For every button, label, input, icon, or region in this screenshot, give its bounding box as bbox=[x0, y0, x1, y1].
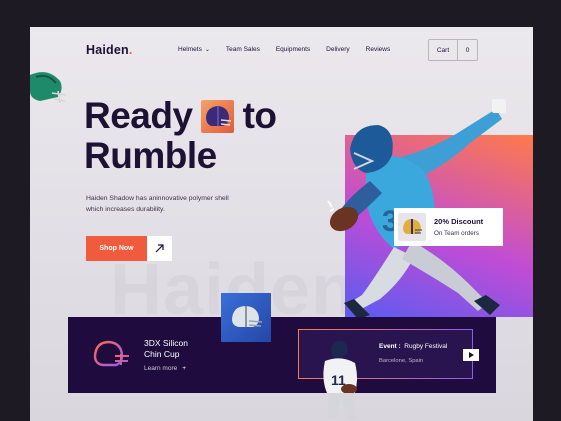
logo[interactable]: Haiden. bbox=[86, 43, 133, 57]
play-button[interactable] bbox=[463, 349, 479, 361]
nav-item-delivery[interactable]: Delivery bbox=[326, 46, 349, 53]
event-name: Rugby Festival bbox=[404, 343, 448, 350]
plus-icon: + bbox=[182, 365, 187, 372]
hero-tagline: Haiden Shadow has aninnovative polymer s… bbox=[86, 195, 229, 213]
learn-more-link[interactable]: Learn more + bbox=[144, 365, 186, 372]
helmet-icon bbox=[30, 72, 66, 104]
cup-title-line2: Chin Cup bbox=[144, 349, 180, 359]
helmet-thumbnail bbox=[200, 99, 234, 133]
play-icon bbox=[469, 352, 474, 358]
learn-more-label: Learn more bbox=[144, 365, 178, 372]
event-title: Event : Rugby Festival bbox=[379, 343, 447, 350]
nav-item-team-sales[interactable]: Team Sales bbox=[226, 46, 260, 53]
helmet-thumbnail bbox=[398, 213, 426, 241]
discount-subtitle: On Team orders bbox=[434, 230, 480, 237]
nav-item-reviews[interactable]: Reviews bbox=[366, 46, 391, 53]
nav-item-equipments[interactable]: Equipments bbox=[276, 46, 310, 53]
main-nav: Helmets ⌄ Team Sales Equipments Delivery … bbox=[178, 46, 406, 53]
discount-title: 20% Discount bbox=[434, 217, 484, 226]
discount-card[interactable]: 20% Discount On Team orders bbox=[394, 208, 503, 246]
landing-page: Haiden. Helmets ⌄ Team Sales Equipments D… bbox=[30, 27, 533, 421]
cup-title: 3DX Silicon Chin Cup bbox=[144, 338, 188, 360]
hero-word-rumble: Rumble bbox=[84, 135, 217, 176]
cart-count: 0 bbox=[465, 46, 470, 54]
helmet-icon bbox=[232, 305, 263, 327]
helmet-icon bbox=[403, 219, 422, 234]
hero-title: Ready to Rumble bbox=[84, 96, 277, 176]
arrow-up-right-icon bbox=[155, 244, 164, 253]
rugby-player-image: 11 bbox=[323, 341, 357, 419]
cart-label: Cart bbox=[429, 40, 458, 60]
chevron-down-icon: ⌄ bbox=[204, 47, 210, 53]
cup-title-line1: 3DX Silicon bbox=[144, 338, 188, 348]
logo-dot: . bbox=[128, 43, 133, 57]
cart-button[interactable]: Cart 0 bbox=[428, 39, 478, 61]
shop-now-button[interactable]: Shop Now bbox=[86, 236, 147, 261]
helmet-outline-icon bbox=[93, 340, 129, 367]
nav-label: Helmets bbox=[178, 46, 202, 53]
helmet-icon bbox=[205, 105, 231, 126]
hero-word-ready: Ready bbox=[84, 95, 193, 136]
product-thumbnail[interactable] bbox=[221, 293, 271, 342]
shop-now-cta: Shop Now bbox=[86, 236, 172, 261]
arrow-button[interactable] bbox=[147, 236, 172, 261]
logo-text: Haiden bbox=[86, 43, 129, 57]
event-location: Barcelone, Spain bbox=[379, 358, 424, 364]
nav-item-helmets[interactable]: Helmets ⌄ bbox=[178, 46, 210, 53]
hero-word-to: to bbox=[242, 95, 277, 136]
event-label: Event : bbox=[379, 343, 401, 350]
